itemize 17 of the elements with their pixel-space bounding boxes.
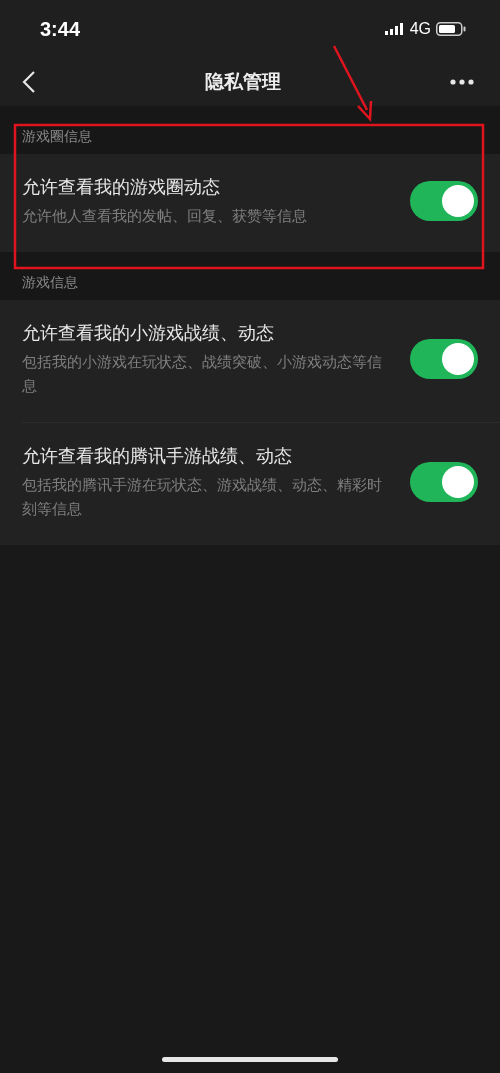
section-header: 游戏信息 [22, 274, 78, 290]
page-title: 隐私管理 [205, 69, 281, 94]
setting-title: 允许查看我的小游戏战绩、动态 [22, 321, 275, 345]
section-header: 游戏圈信息 [22, 128, 92, 144]
toggle-switch[interactable] [410, 462, 478, 502]
more-button[interactable] [448, 77, 476, 87]
network-type: 4G [409, 20, 431, 38]
status-time: 3:44 [40, 17, 81, 41]
setting-description: 包括我的小游戏在玩状态、战绩突破、小游戏动态等信息 [22, 353, 383, 396]
toggle-switch[interactable] [410, 181, 478, 221]
setting-description: 包括我的腾讯手游在玩状态、游戏战绩、动态、精彩时刻等信息 [22, 476, 383, 519]
toggle-switch[interactable] [410, 339, 478, 379]
setting-title: 允许查看我的游戏圈动态 [22, 175, 221, 199]
setting-description: 允许他人查看我的发帖、回复、获赞等信息 [22, 207, 308, 226]
signal-icon [384, 23, 405, 35]
battery-icon [436, 22, 466, 36]
setting-title: 允许查看我的腾讯手游战绩、动态 [22, 444, 293, 468]
